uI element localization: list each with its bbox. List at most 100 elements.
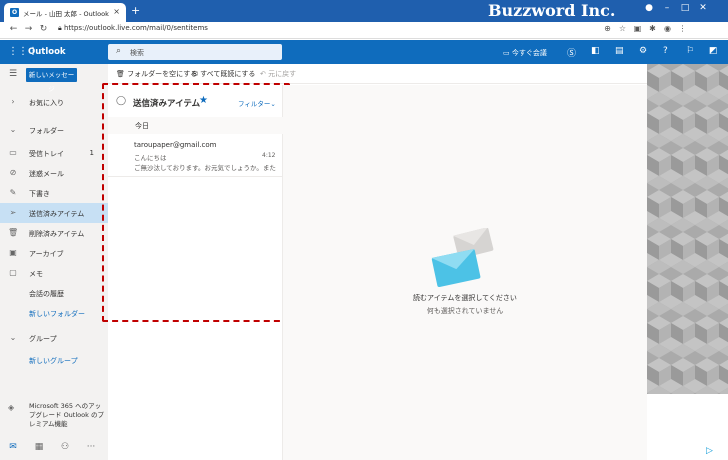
profile-icon[interactable]: ◉ — [660, 24, 675, 33]
undo-label: 元に戻す — [268, 70, 297, 78]
maximize-icon[interactable]: □ — [676, 3, 694, 13]
minimize-icon[interactable]: – — [658, 3, 676, 13]
ad-choices-icon[interactable]: ▷ — [706, 446, 713, 456]
blocked-icon: ⊘ — [9, 168, 17, 177]
star-icon[interactable]: ☆ — [615, 24, 630, 33]
back-icon[interactable]: ← — [6, 24, 21, 34]
sidebar-item-sent[interactable]: ➢ 送信済みアイテム — [0, 203, 108, 223]
watermark-brand: Buzzword Inc. — [488, 1, 616, 20]
outlook-favicon-icon: O — [10, 8, 19, 17]
close-window-icon[interactable]: ✕ — [694, 3, 712, 13]
video-icon: ▭ — [503, 49, 512, 57]
sidebar-item-label: 迷惑メール — [29, 170, 64, 178]
empty-folder-label: フォルダーを空にする — [127, 70, 198, 78]
new-folder-link[interactable]: 新しいフォルダー — [0, 303, 108, 323]
sidebar-item-label: 下書き — [29, 190, 50, 198]
extension-icon[interactable]: ▣ — [630, 24, 645, 33]
new-group-link[interactable]: 新しいグループ — [0, 350, 108, 370]
account-icon[interactable]: ◩ — [709, 46, 718, 56]
sidebar-item-junk[interactable]: ⊘ 迷惑メール — [0, 163, 108, 183]
sidebar-item-conversation-history[interactable]: 会話の履歴 — [0, 283, 108, 303]
trash-icon: 🗑︎ — [116, 70, 128, 78]
module-switcher: ✉ ▦ ⚇ ··· — [0, 436, 108, 460]
new-tab-button[interactable]: + — [131, 4, 140, 17]
office-icon[interactable]: ◧ — [591, 46, 600, 56]
trash-icon: 🗑︎ — [8, 228, 19, 237]
tab-close-icon[interactable]: × — [113, 7, 120, 16]
sidebar-item-label: 受信トレイ — [29, 150, 64, 158]
sidebar-item-label: 送信済みアイテム — [29, 210, 85, 218]
empty-folder-button[interactable]: 🗑︎ フォルダーを空にする — [116, 69, 197, 79]
new-message-button[interactable]: 新しいメッセージ — [26, 68, 77, 93]
calendar-icon[interactable]: ▤ — [615, 46, 624, 56]
tab-title: メール - 山田 太郎 - Outlook — [23, 10, 109, 18]
browser-nav: ← → ↻ — [6, 24, 51, 34]
url-field[interactable]: 🔒︎ https://outlook.live.com/mail/0/senti… — [58, 24, 208, 33]
nav-groups-label: グループ — [29, 335, 57, 343]
sidebar-item-inbox[interactable]: ▭ 受信トレイ 1 — [0, 143, 108, 163]
undo-button[interactable]: ↶ 元に戻す — [260, 69, 296, 79]
pencil-icon: ✎ — [9, 188, 17, 197]
window-controls: ● – □ ✕ — [640, 3, 712, 13]
new-group-label: 新しいグループ — [29, 357, 78, 365]
sidebar-item-notes[interactable]: ▢ メモ — [0, 263, 108, 283]
mail-icon[interactable]: ✉ — [0, 442, 26, 452]
nav-favorites[interactable]: › お気に入り — [0, 92, 108, 112]
ad-whitespace — [647, 394, 728, 460]
install-icon[interactable]: ⊕ — [600, 24, 615, 33]
more-icon[interactable]: ··· — [78, 442, 104, 452]
chevron-right-icon: › — [11, 97, 15, 106]
unread-count: 1 — [89, 149, 94, 157]
sidebar-item-drafts[interactable]: ✎ 下書き — [0, 183, 108, 203]
reading-pane-empty-subtitle: 何も選択されていません — [426, 307, 504, 315]
search-input[interactable]: ⌕ 検索 — [108, 44, 282, 60]
undo-icon: ↶ — [260, 70, 269, 78]
nav-favorites-label: お気に入り — [29, 99, 64, 107]
envelopes-illustration-icon — [431, 228, 494, 288]
sidebar-item-deleted[interactable]: 🗑︎ 削除済みアイテム — [0, 223, 108, 243]
sidebar-item-label: 削除済みアイテム — [29, 230, 85, 238]
nav-folders-label: フォルダー — [29, 127, 64, 135]
feedback-icon[interactable]: ⚐ — [686, 46, 694, 56]
new-folder-label: 新しいフォルダー — [29, 310, 85, 318]
archive-icon: ▣ — [9, 248, 17, 257]
chevron-down-icon: ⌄ — [9, 333, 17, 342]
reload-icon[interactable]: ↻ — [36, 24, 51, 34]
profile-dot-icon[interactable]: ● — [640, 3, 658, 13]
nav-groups-header[interactable]: ⌄ グループ — [0, 328, 108, 348]
meet-now-button[interactable]: ▭ 今すぐ会議 — [503, 48, 547, 58]
note-icon: ▢ — [9, 268, 17, 277]
chevron-down-icon: ⌄ — [9, 125, 17, 134]
diamond-icon: ◈ — [8, 403, 15, 412]
browser-extension-icons: ⊕ ☆ ▣ ✱ ◉ ⋮ — [600, 24, 690, 33]
puzzle-icon[interactable]: ✱ — [645, 24, 660, 33]
inbox-icon: ▭ — [9, 148, 17, 157]
search-placeholder: 検索 — [130, 49, 144, 57]
help-icon[interactable]: ? — [663, 46, 668, 56]
upgrade-promo-text: Microsoft 365 へのアップグレード Outlook のプレミアム機能 — [29, 402, 104, 428]
highlight-annotation-box — [102, 83, 290, 322]
mark-all-read-label: すべて既読にする — [200, 70, 256, 78]
envelope-open-icon: ✉ — [192, 70, 201, 78]
send-icon: ➢ — [9, 208, 17, 217]
settings-icon[interactable]: ⚙ — [639, 46, 647, 56]
sidebar-item-label: アーカイブ — [29, 250, 64, 258]
sidebar-item-label: 会話の履歴 — [29, 290, 64, 298]
app-name: Outlook — [28, 47, 66, 57]
sidebar-item-archive[interactable]: ▣ アーカイブ — [0, 243, 108, 263]
sidebar-item-label: メモ — [29, 270, 43, 278]
search-icon: ⌕ — [116, 46, 122, 56]
calendar-module-icon[interactable]: ▦ — [26, 442, 52, 452]
forward-icon[interactable]: → — [21, 24, 36, 34]
nav-folders-header[interactable]: ⌄ フォルダー — [0, 120, 108, 140]
reading-pane-empty-title: 読むアイテムを選択してください — [413, 294, 517, 302]
people-icon[interactable]: ⚇ — [52, 442, 78, 452]
skype-icon[interactable]: Ⓢ — [567, 46, 576, 59]
meet-now-label: 今すぐ会議 — [511, 49, 547, 57]
hamburger-icon[interactable]: ☰ — [9, 69, 17, 79]
mark-all-read-button[interactable]: ✉ すべて既読にする — [192, 69, 255, 79]
ad-banner[interactable] — [647, 64, 728, 394]
browser-tab[interactable]: O メール - 山田 太郎 - Outlook × — [4, 3, 126, 22]
menu-kebab-icon[interactable]: ⋮ — [675, 24, 690, 33]
url-text: https://outlook.live.com/mail/0/sentitem… — [63, 24, 208, 32]
